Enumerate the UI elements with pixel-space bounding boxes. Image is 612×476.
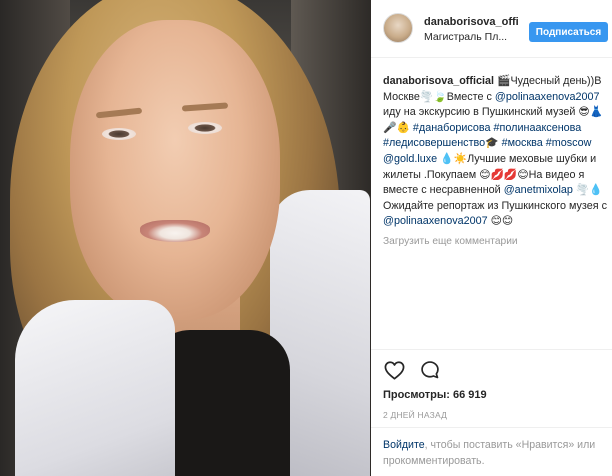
jacket-left	[15, 300, 175, 476]
post-date: 2 ДНЕЙ НАЗАД	[383, 410, 448, 420]
mention-link-2[interactable]: @gold.luxe	[383, 153, 437, 165]
comment-icon[interactable]	[419, 360, 441, 380]
action-bar	[383, 360, 441, 380]
header-location[interactable]: Магистраль Пл...	[424, 31, 507, 43]
views-label: Просмотры:	[383, 389, 450, 401]
login-prompt: Войдите, чтобы поставить «Нравится» или …	[383, 437, 608, 469]
views-number: 66 919	[452, 389, 487, 401]
login-link[interactable]: Войдите	[383, 439, 425, 451]
caption-text-3: 🎓	[485, 137, 502, 150]
caption-text-7: 😊😊	[487, 215, 514, 228]
load-more-comments[interactable]: Загрузить еще комментарии	[383, 236, 518, 247]
follow-button[interactable]: Подписаться	[529, 22, 608, 42]
face	[70, 20, 280, 320]
heart-icon[interactable]	[383, 360, 405, 380]
mention-link-4[interactable]: @polinaaxenova2007	[383, 215, 488, 227]
mouth	[140, 220, 210, 242]
hashtag-links-2[interactable]: #москва #moscow	[502, 137, 592, 149]
eye-right	[188, 122, 222, 134]
views-count: Просмотры: 66 919	[383, 389, 487, 401]
divider	[371, 427, 612, 428]
caption-username[interactable]: danaborisova_official	[383, 75, 494, 87]
avatar[interactable]	[383, 13, 413, 43]
eye-left	[102, 128, 136, 140]
mention-link-3[interactable]: @anetmixolap	[504, 184, 573, 196]
divider	[371, 349, 612, 350]
mention-link[interactable]: @polinaaxenova2007	[495, 91, 600, 103]
post-header: danaborisova_offi Магистраль Пл... Подпи…	[371, 0, 612, 58]
video-media[interactable]	[0, 0, 371, 476]
caption: danaborisova_official 🎬Чудесный день))В …	[383, 74, 608, 230]
